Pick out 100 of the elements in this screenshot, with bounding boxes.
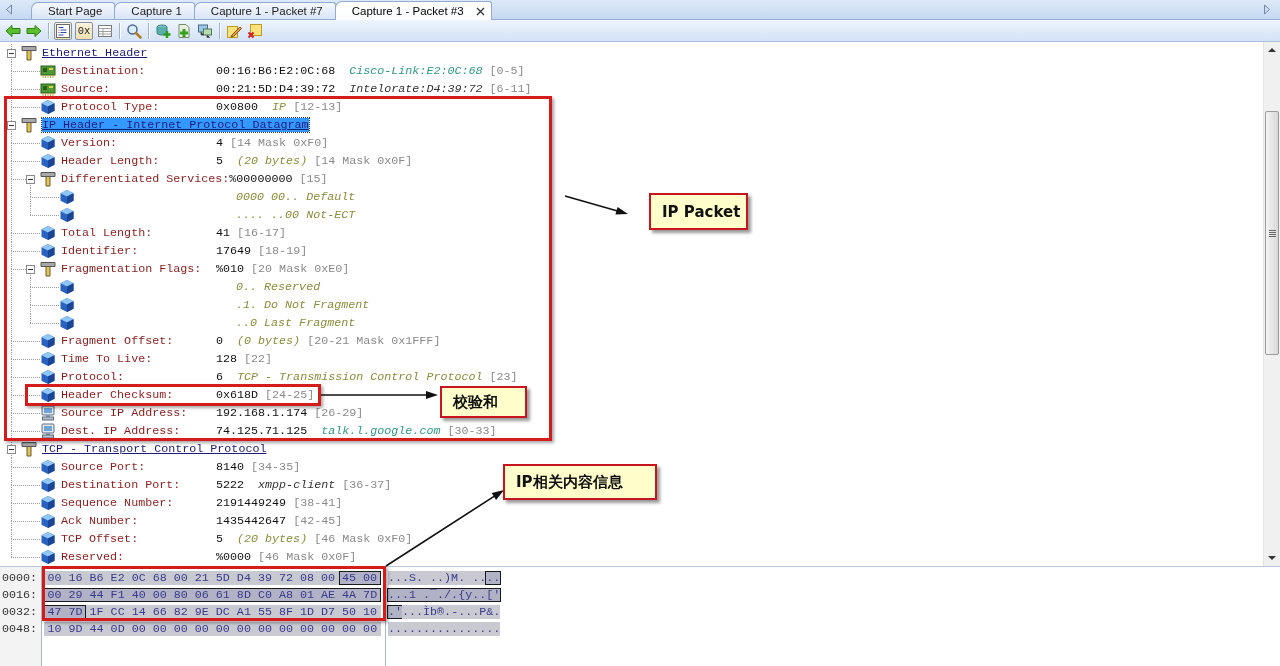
arrow-left-icon xyxy=(5,22,21,39)
callout: IP Packet xyxy=(649,193,748,230)
section-header[interactable]: TCP - Transport Control Protocol xyxy=(42,442,267,456)
byte-range: [6-11] xyxy=(489,82,532,96)
circuit-card-icon xyxy=(40,81,56,97)
field-value: 5 xyxy=(216,154,223,168)
toolbar-button[interactable] xyxy=(125,21,143,40)
tee-icon xyxy=(21,45,37,61)
field-value: 00:21:5D:D4:39:72 xyxy=(216,82,336,96)
search-icon xyxy=(126,22,142,39)
field-detail: TCP - Transmission Control Protocol xyxy=(237,370,483,384)
triangle-right-icon[interactable] xyxy=(1263,4,1271,15)
tab[interactable]: Capture 1 - Packet #3 xyxy=(334,1,492,20)
byte-range: [34-35] xyxy=(251,460,301,474)
hex-bytes: 00 29 44 F1 40 00 80 06 61 8D C0 A8 01 AE 4A 7D xyxy=(44,587,381,602)
cube-icon xyxy=(40,387,56,403)
bit-field-text[interactable]: .... ..00 Not-ECT xyxy=(236,208,356,222)
section-header[interactable]: Ethernet Header xyxy=(42,46,148,60)
field-label[interactable]: Fragmentation Flags: xyxy=(61,262,202,276)
field-label[interactable]: Destination Port: xyxy=(61,478,181,492)
toolbar-button[interactable] xyxy=(154,21,172,40)
byte-range: [15] xyxy=(299,172,328,186)
field-value: 74.125.71.125 xyxy=(216,424,308,438)
field-label[interactable]: Identifier: xyxy=(61,244,139,258)
offset-label: 0000: xyxy=(2,570,38,585)
bit-field-text[interactable]: 0.. Reserved xyxy=(236,280,321,294)
field-value: 0x0800 xyxy=(216,100,259,114)
field-label[interactable]: Header Checksum: xyxy=(61,388,174,402)
tab[interactable]: Capture 1 - Packet #7 xyxy=(193,2,336,19)
field-value: %0000 xyxy=(216,550,252,564)
field-detail: (0 bytes) xyxy=(237,334,301,348)
byte-range: [36-37] xyxy=(342,478,392,492)
field-label[interactable]: Dest. IP Address: xyxy=(61,424,181,438)
field-value: 2191449249 xyxy=(216,496,287,510)
toolbar-button[interactable] xyxy=(196,21,214,40)
bit-field-text[interactable]: 0000 00.. Default xyxy=(236,190,356,204)
field-label[interactable]: Protocol Type: xyxy=(61,100,160,114)
field-label[interactable]: Ack Number: xyxy=(61,514,139,528)
list-icon xyxy=(55,22,71,39)
tee-icon xyxy=(40,261,56,277)
byte-range: [38-41] xyxy=(293,496,343,510)
field-label[interactable]: Protocol: xyxy=(61,370,125,384)
triangle-left-icon[interactable] xyxy=(5,4,13,15)
byte-range: [0-5] xyxy=(489,64,525,78)
field-label[interactable]: Time To Live: xyxy=(61,352,153,366)
collapse-icon[interactable] xyxy=(26,264,35,274)
field-label[interactable]: Header Length: xyxy=(61,154,160,168)
byte-range: [14 Mask 0x0F] xyxy=(314,154,413,168)
cube-icon xyxy=(59,189,75,205)
bit-field-text[interactable]: .1. Do Not Fragment xyxy=(236,298,370,312)
field-value: 128 xyxy=(216,352,238,366)
cube-icon xyxy=(40,153,56,169)
arrow xyxy=(564,195,628,215)
tab[interactable]: Capture 1 xyxy=(114,2,195,19)
tab[interactable]: Start Page xyxy=(31,2,116,19)
field-label[interactable]: Differentiated Services: xyxy=(61,172,230,186)
field-label[interactable]: Fragment Offset: xyxy=(61,334,174,348)
field-label[interactable]: Total Length: xyxy=(61,226,153,240)
byte-range: [24-25] xyxy=(265,388,315,402)
field-label[interactable]: Sequence Number: xyxy=(61,496,174,510)
offset-label: 0032: xyxy=(2,604,38,619)
toolbar-button[interactable] xyxy=(246,21,264,40)
section-header[interactable]: IP Header - Internet Protocol Datagram xyxy=(42,118,309,132)
byte-range: [46 Mask 0x0F] xyxy=(258,550,357,564)
cube-icon xyxy=(40,243,56,259)
collapse-icon[interactable] xyxy=(26,174,35,184)
tee-icon xyxy=(21,117,37,133)
toolbar-button[interactable] xyxy=(175,21,193,40)
cube-icon xyxy=(59,297,75,313)
toolbar-button[interactable]: 0x xyxy=(75,21,93,40)
cube-icon xyxy=(40,99,56,115)
field-detail: xmpp-client xyxy=(258,478,336,492)
cube-icon xyxy=(40,459,56,475)
scrollbar-thumb[interactable] xyxy=(1265,111,1279,355)
ascii-text: .' xyxy=(387,604,404,619)
field-value: 17649 xyxy=(216,244,252,258)
field-label[interactable]: Source Port: xyxy=(61,460,146,474)
field-value: 00:16:B6:E2:0C:68 xyxy=(216,64,336,78)
table-icon xyxy=(97,22,113,39)
tee-icon xyxy=(40,171,56,187)
toolbar-button[interactable] xyxy=(54,21,72,40)
bit-field-text[interactable]: ..0 Last Fragment xyxy=(236,316,356,330)
collapse-icon[interactable] xyxy=(7,120,16,130)
cube-icon xyxy=(40,351,56,367)
field-label[interactable]: Source: xyxy=(61,82,111,96)
collapse-icon[interactable] xyxy=(7,48,16,58)
hex-bytes: 1F CC 14 66 82 9E DC A1 55 8F 1D D7 50 10 xyxy=(86,604,381,619)
monitor-icon xyxy=(197,22,213,39)
field-label[interactable]: Version: xyxy=(61,136,118,150)
field-label[interactable]: Destination: xyxy=(61,64,146,78)
field-label[interactable]: TCP Offset: xyxy=(61,532,139,546)
close-icon[interactable] xyxy=(475,6,485,16)
field-value: 4 xyxy=(216,136,223,150)
stack-plus-icon xyxy=(155,22,171,39)
callout: 校验和 xyxy=(440,386,527,418)
collapse-icon[interactable] xyxy=(7,444,16,454)
field-label[interactable]: Source IP Address: xyxy=(61,406,188,420)
ascii-text: ...1 .¯./.{y..[' xyxy=(387,587,502,602)
byte-range: [18-19] xyxy=(258,244,308,258)
field-label[interactable]: Reserved: xyxy=(61,550,125,564)
